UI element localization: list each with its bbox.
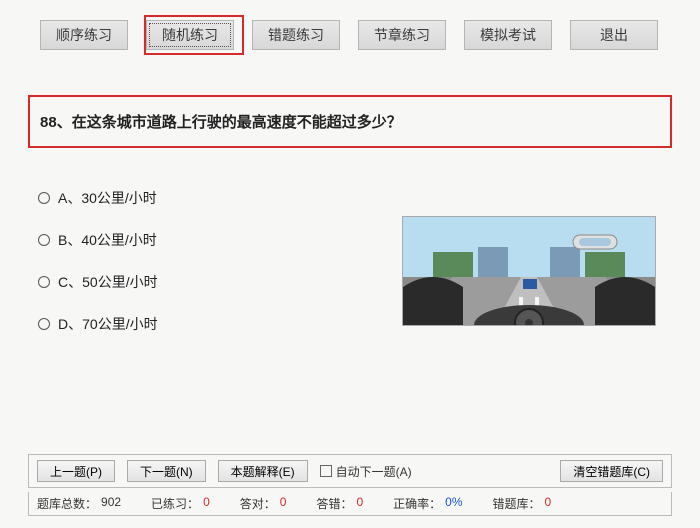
option-label: B、40公里/小时 [58, 230, 157, 250]
radio-icon [38, 192, 50, 204]
stat-wrongdb: 错题库：0 [493, 495, 552, 512]
auto-next-label: 自动下一题(A) [336, 463, 412, 480]
stat-wrong: 答错：0 [316, 495, 363, 512]
option-a[interactable]: A、30公里/小时 [38, 188, 672, 208]
tab-mock[interactable]: 模拟考试 [464, 20, 552, 50]
radio-icon [38, 318, 50, 330]
stat-practiced: 已练习：0 [151, 495, 210, 512]
question-text: 在这条城市道路上行驶的最高速度不能超过多少？ [72, 114, 402, 131]
stats-bar: 题库总数：902 已练习：0 答对：0 答错：0 正确率：0% 错题库：0 [28, 492, 672, 516]
main-toolbar: 顺序练习 随机练习 错题练习 节章练习 模拟考试 退出 [40, 20, 670, 50]
stat-total: 题库总数：902 [37, 495, 121, 512]
radio-icon [38, 234, 50, 246]
tab-chapter[interactable]: 节章练习 [358, 20, 446, 50]
stat-rate: 正确率：0% [393, 495, 462, 512]
question-text-box: 88、在这条城市道路上行驶的最高速度不能超过多少？ [28, 95, 672, 148]
clear-wrong-button[interactable]: 清空错题库(C) [560, 460, 663, 482]
prev-button[interactable]: 上一题(P) [37, 460, 115, 482]
stat-correct: 答对：0 [240, 495, 287, 512]
option-label: D、70公里/小时 [58, 314, 158, 334]
checkbox-icon [320, 465, 332, 477]
tab-exit[interactable]: 退出 [570, 20, 658, 50]
auto-next-toggle[interactable]: 自动下一题(A) [320, 463, 412, 480]
option-label: A、30公里/小时 [58, 188, 157, 208]
tab-wrong[interactable]: 错题练习 [252, 20, 340, 50]
explain-button[interactable]: 本题解释(E) [218, 460, 308, 482]
option-label: C、50公里/小时 [58, 272, 158, 292]
radio-icon [38, 276, 50, 288]
next-button[interactable]: 下一题(N) [127, 460, 206, 482]
question-number: 88 [40, 114, 57, 131]
question-illustration [402, 216, 656, 326]
app-root: 顺序练习 随机练习 错题练习 节章练习 模拟考试 退出 88、在这条城市道路上行… [0, 0, 700, 528]
tab-random[interactable]: 随机练习 [146, 20, 234, 50]
control-bar: 上一题(P) 下一题(N) 本题解释(E) 自动下一题(A) 清空错题库(C) [28, 454, 672, 488]
tab-sequential[interactable]: 顺序练习 [40, 20, 128, 50]
